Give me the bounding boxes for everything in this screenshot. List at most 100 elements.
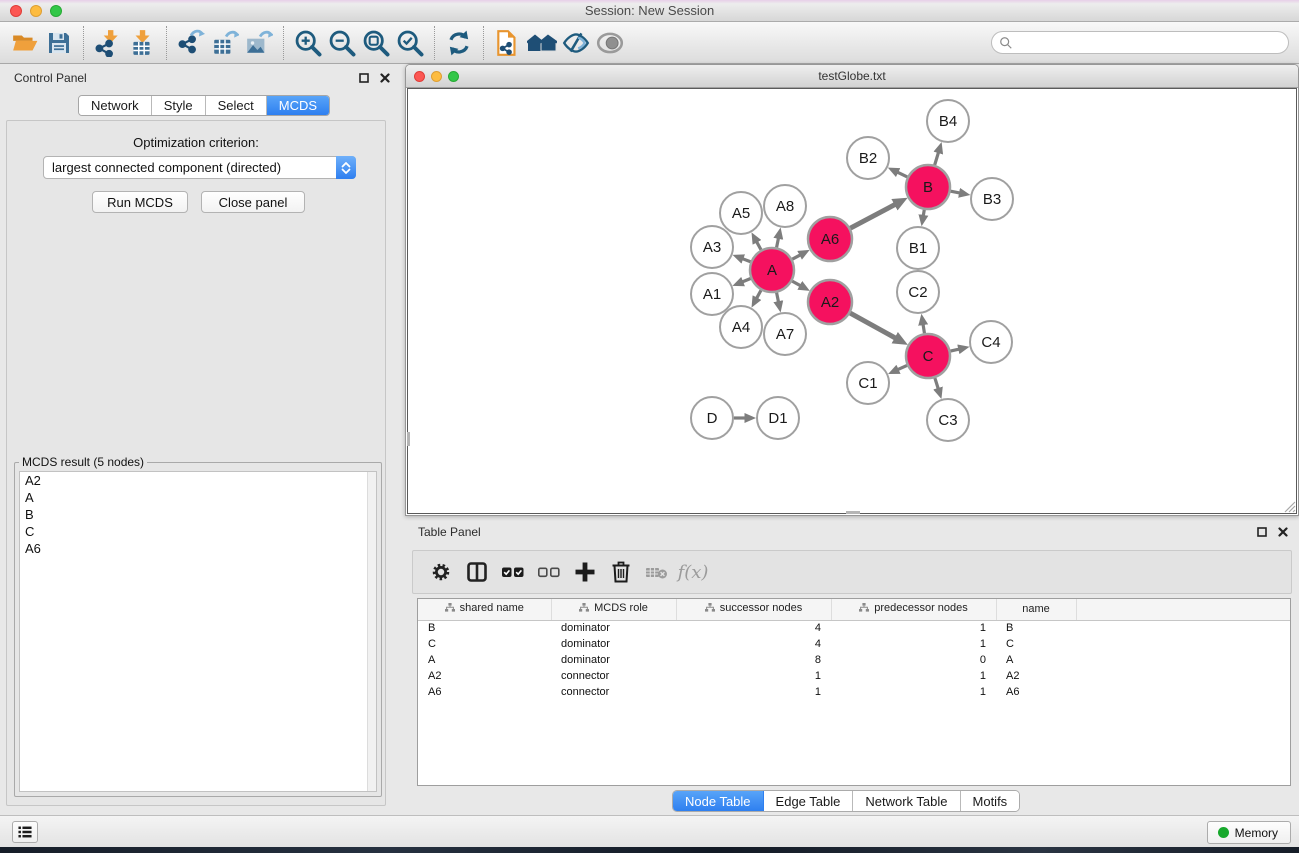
graph-node-B4[interactable]: B4 bbox=[927, 100, 969, 142]
column-header[interactable]: name bbox=[996, 599, 1076, 620]
criterion-dropdown[interactable]: largest connected component (directed) bbox=[43, 156, 356, 179]
import-network-button[interactable] bbox=[91, 26, 125, 60]
float-table-panel-button[interactable] bbox=[1256, 526, 1268, 538]
tab-network[interactable]: Network bbox=[79, 96, 152, 115]
close-panel-btn[interactable]: Close panel bbox=[201, 191, 305, 213]
new-network-button[interactable] bbox=[491, 26, 525, 60]
graph-edge-A-A6[interactable] bbox=[792, 255, 800, 259]
table-row[interactable]: Adominator80A bbox=[418, 652, 1290, 668]
export-network-button[interactable] bbox=[174, 26, 208, 60]
network-maximize-button[interactable] bbox=[448, 71, 459, 82]
table-row[interactable]: A6connector11A6 bbox=[418, 684, 1290, 700]
network-window-titlebar[interactable]: testGlobe.txt bbox=[406, 65, 1298, 88]
table-cell[interactable]: A6 bbox=[996, 684, 1076, 700]
tab-node-table[interactable]: Node Table bbox=[673, 791, 764, 811]
table-cell[interactable]: C bbox=[418, 636, 551, 652]
task-history-button[interactable] bbox=[12, 821, 38, 843]
table-cell[interactable]: B bbox=[996, 620, 1076, 636]
table-cell[interactable]: 8 bbox=[676, 652, 831, 668]
column-header[interactable]: successor nodes bbox=[676, 599, 831, 620]
run-mcds-button[interactable]: Run MCDS bbox=[92, 191, 188, 213]
tab-mcds[interactable]: MCDS bbox=[267, 96, 329, 115]
graph-edge-B-B3[interactable] bbox=[951, 191, 960, 193]
tab-network-table[interactable]: Network Table bbox=[853, 791, 960, 811]
tab-style[interactable]: Style bbox=[152, 96, 206, 115]
table-cell[interactable]: 1 bbox=[676, 668, 831, 684]
save-session-button[interactable] bbox=[42, 26, 76, 60]
table-cell[interactable]: 4 bbox=[676, 620, 831, 636]
graph-edge-A-A4[interactable] bbox=[757, 290, 761, 298]
result-item[interactable]: A6 bbox=[20, 540, 376, 557]
network-vscroll-thumb[interactable] bbox=[407, 432, 410, 446]
graph-node-B3[interactable]: B3 bbox=[971, 178, 1013, 220]
graph-node-A4[interactable]: A4 bbox=[720, 306, 762, 348]
add-column-button[interactable] bbox=[567, 554, 603, 590]
select-all-button[interactable] bbox=[495, 554, 531, 590]
close-table-panel-button[interactable] bbox=[1277, 526, 1289, 538]
maximize-window-button[interactable] bbox=[50, 5, 62, 17]
result-item[interactable]: A bbox=[20, 489, 376, 506]
graph-node-A7[interactable]: A7 bbox=[764, 313, 806, 355]
table-cell[interactable]: 4 bbox=[676, 636, 831, 652]
hide-selected-button[interactable] bbox=[559, 26, 593, 60]
table-cell[interactable]: 1 bbox=[676, 684, 831, 700]
export-table-button[interactable] bbox=[208, 26, 242, 60]
graph-node-A6[interactable]: A6 bbox=[808, 217, 852, 261]
column-header[interactable]: predecessor nodes bbox=[831, 599, 996, 620]
graph-node-A8[interactable]: A8 bbox=[764, 185, 806, 227]
result-item[interactable]: B bbox=[20, 506, 376, 523]
table-cell[interactable]: 1 bbox=[831, 668, 996, 684]
table-cell[interactable]: A bbox=[996, 652, 1076, 668]
close-window-button[interactable] bbox=[10, 5, 22, 17]
minimize-window-button[interactable] bbox=[30, 5, 42, 17]
network-close-button[interactable] bbox=[414, 71, 425, 82]
table-cell[interactable]: connector bbox=[551, 668, 676, 684]
show-all-button[interactable] bbox=[525, 26, 559, 60]
graph-node-A2[interactable]: A2 bbox=[808, 280, 852, 324]
table-cell[interactable]: A6 bbox=[418, 684, 551, 700]
graph-edge-B-B2[interactable] bbox=[898, 172, 908, 177]
table-cell[interactable]: A2 bbox=[996, 668, 1076, 684]
result-scrollbar[interactable] bbox=[367, 472, 376, 791]
import-table-button[interactable] bbox=[125, 26, 159, 60]
table-cell[interactable]: 1 bbox=[831, 684, 996, 700]
zoom-selected-button[interactable] bbox=[393, 26, 427, 60]
network-canvas[interactable]: AA1A2A3A4A5A6A7A8BB1B2B3B4CC1C2C3C4DD1 bbox=[407, 88, 1297, 514]
result-item[interactable]: C bbox=[20, 523, 376, 540]
graph-edge-C-C2[interactable] bbox=[923, 325, 924, 334]
table-cell[interactable]: A2 bbox=[418, 668, 551, 684]
table-row[interactable]: Cdominator41C bbox=[418, 636, 1290, 652]
graph-edge-A-A5[interactable] bbox=[757, 242, 761, 250]
table-cell[interactable]: dominator bbox=[551, 636, 676, 652]
graph-edge-B-B1[interactable] bbox=[923, 210, 924, 216]
graph-node-A[interactable]: A bbox=[750, 248, 794, 292]
network-resize-grip[interactable] bbox=[1283, 500, 1296, 513]
graph-node-C4[interactable]: C4 bbox=[970, 321, 1012, 363]
graph-node-B2[interactable]: B2 bbox=[847, 137, 889, 179]
graph-node-C1[interactable]: C1 bbox=[847, 362, 889, 404]
settings-gear-button[interactable] bbox=[423, 554, 459, 590]
network-hscroll-thumb[interactable] bbox=[846, 511, 860, 514]
open-session-button[interactable] bbox=[8, 26, 42, 60]
graph-node-A5[interactable]: A5 bbox=[720, 192, 762, 234]
table-cell[interactable]: C bbox=[996, 636, 1076, 652]
zoom-fit-button[interactable] bbox=[359, 26, 393, 60]
node-table[interactable]: shared nameMCDS rolesuccessor nodesprede… bbox=[417, 598, 1291, 786]
float-panel-button[interactable] bbox=[358, 72, 370, 84]
close-panel-button[interactable] bbox=[379, 72, 391, 84]
column-header[interactable]: shared name bbox=[418, 599, 551, 620]
graph-edge-C-C4[interactable] bbox=[950, 349, 958, 351]
graph-node-D[interactable]: D bbox=[691, 397, 733, 439]
graph-edge-A-A8[interactable] bbox=[777, 238, 779, 247]
export-image-button[interactable] bbox=[242, 26, 276, 60]
memory-button[interactable]: Memory bbox=[1207, 821, 1291, 844]
graph-node-B1[interactable]: B1 bbox=[897, 227, 939, 269]
search-input[interactable] bbox=[1013, 36, 1281, 50]
table-row[interactable]: Bdominator41B bbox=[418, 620, 1290, 636]
graph-node-A1[interactable]: A1 bbox=[691, 273, 733, 315]
graph-edge-A2-C[interactable] bbox=[850, 313, 895, 338]
table-cell[interactable]: A bbox=[418, 652, 551, 668]
table-cell[interactable]: dominator bbox=[551, 652, 676, 668]
network-minimize-button[interactable] bbox=[431, 71, 442, 82]
table-cell[interactable]: 1 bbox=[831, 636, 996, 652]
